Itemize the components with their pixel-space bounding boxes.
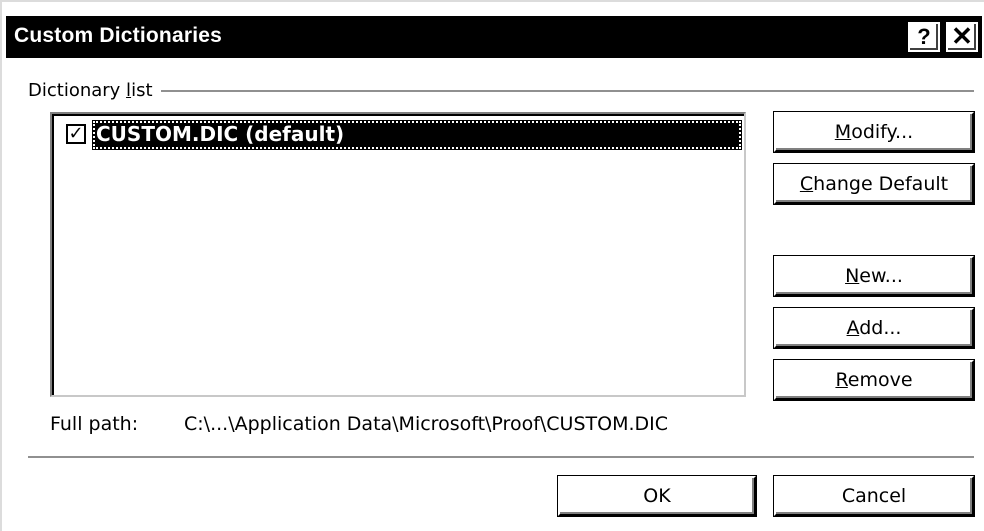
full-path-value: C:\...\Application Data\Microsoft\Proof\… [184,413,669,435]
close-button[interactable]: ✕ [946,22,978,52]
modify-button[interactable]: Modify... [774,112,974,152]
dictionary-checkbox[interactable]: ✓ [66,124,86,144]
dictionary-item-label[interactable]: CUSTOM.DIC (default) [92,120,742,150]
change-default-button[interactable]: Change Default [774,164,974,204]
new-button[interactable]: New... [774,256,974,296]
checkmark-icon: ✓ [68,123,84,144]
dialog-title: Custom Dictionaries [14,24,223,47]
close-icon: ✕ [951,21,973,51]
dictionary-listbox[interactable]: ✓ CUSTOM.DIC (default) [50,112,746,397]
group-divider [28,90,974,93]
list-item[interactable]: ✓ CUSTOM.DIC (default) [62,120,742,150]
title-bar: Custom Dictionaries ? ✕ [6,16,982,58]
ok-button[interactable]: OK [558,476,756,516]
help-button[interactable]: ? [908,22,940,52]
add-button[interactable]: Add... [774,308,974,348]
footer-separator [28,456,974,460]
help-icon: ? [917,24,931,49]
dictionary-list-label: Dictionary list [28,80,161,101]
custom-dictionaries-dialog: Custom Dictionaries ? ✕ Dictionary list … [0,0,984,531]
cancel-button[interactable]: Cancel [774,476,974,516]
full-path-label: Full path: [50,413,139,435]
remove-button[interactable]: Remove [774,360,974,400]
